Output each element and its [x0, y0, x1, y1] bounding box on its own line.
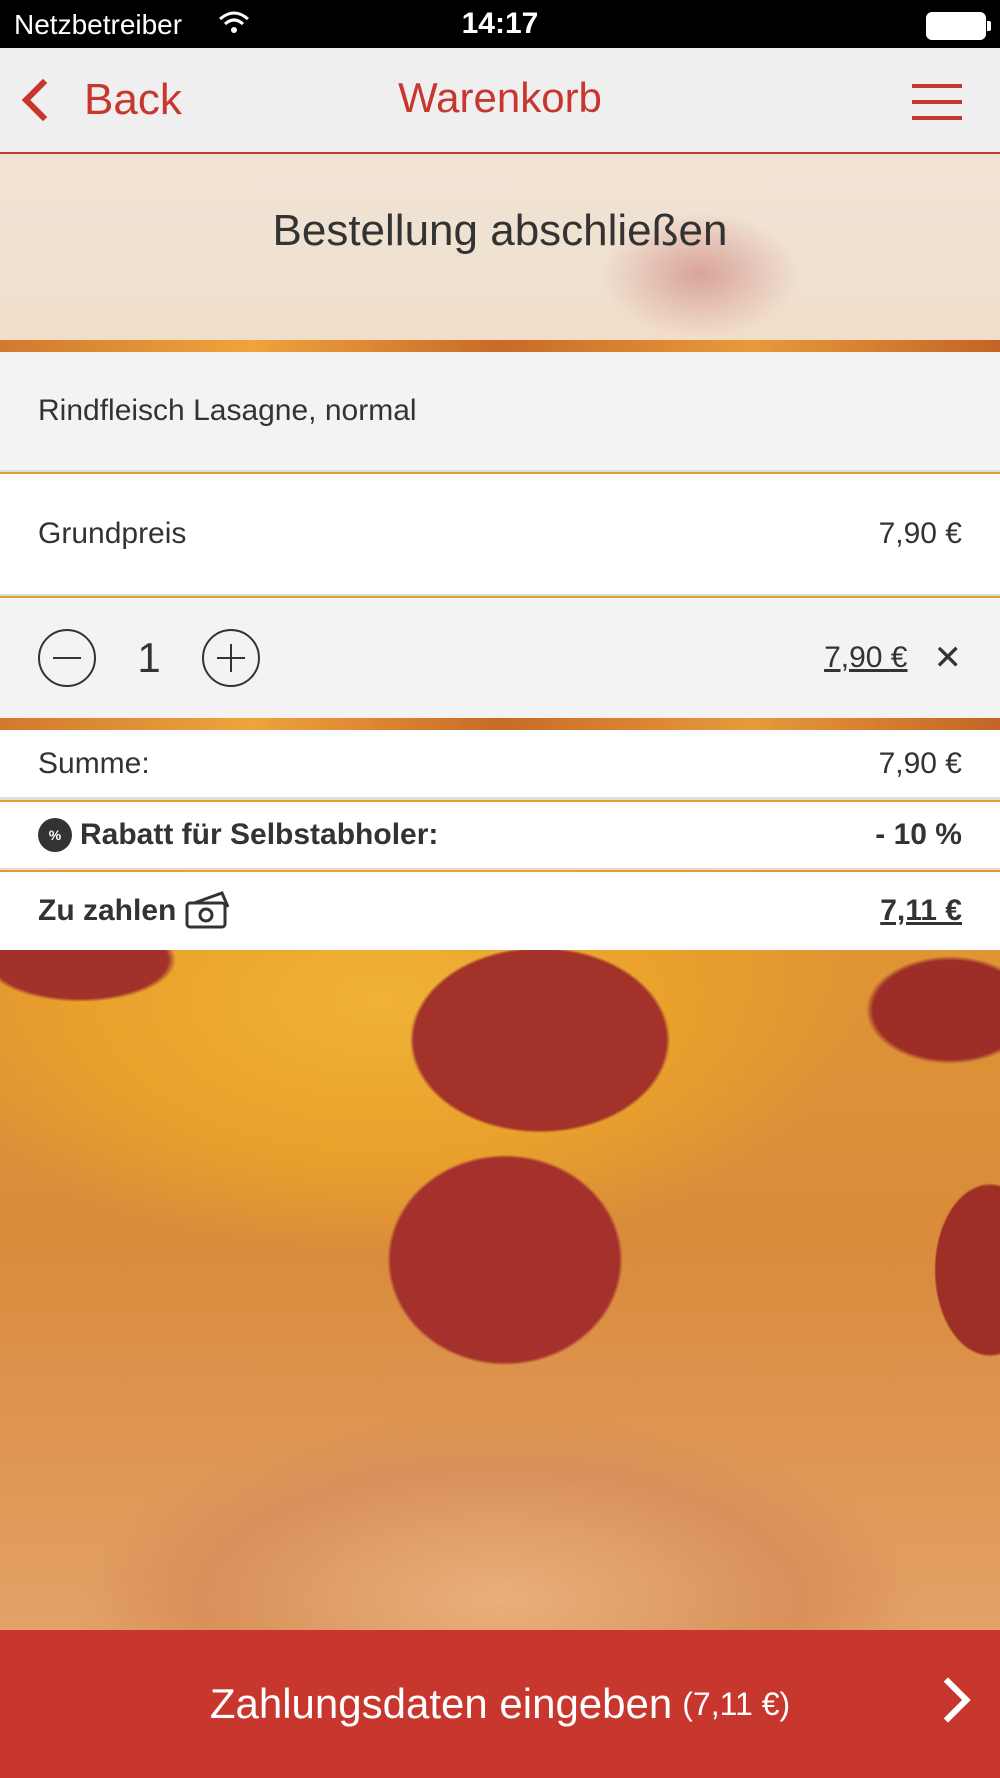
cta-amount: (7,11 €): [682, 1685, 791, 1722]
status-bar: Netzbetreiber 14:17: [0, 0, 1000, 48]
discount-label: Rabatt für Selbstabholer:: [80, 818, 439, 851]
divider: [0, 340, 1000, 352]
sum-value: 7,90 €: [878, 746, 962, 780]
discount-badge-icon: %: [38, 818, 72, 852]
remove-item-icon[interactable]: ✕: [934, 638, 963, 678]
base-price-label: Grundpreis: [38, 517, 187, 550]
divider: [0, 718, 1000, 730]
total-label: Zu zahlen: [38, 894, 177, 927]
total-row: Zu zahlen 7,11 €: [0, 872, 1000, 950]
cta-label: Zahlungsdaten eingeben: [209, 1680, 673, 1727]
sum-label: Summe:: [38, 746, 150, 780]
hero-banner: Bestellung abschließen: [0, 154, 1000, 340]
cash-icon: [185, 891, 230, 929]
total-value: 7,11 €: [880, 894, 962, 927]
sum-row: Summe: 7,90 €: [0, 730, 1000, 800]
cart-item-name: Rindfleisch Lasagne, normal: [0, 352, 1000, 472]
discount-value: - 10 %: [875, 818, 962, 851]
hero-title: Bestellung abschließen: [272, 206, 728, 255]
chevron-right-icon: [925, 1677, 971, 1723]
page-title: Warenkorb: [398, 74, 602, 121]
status-time: 14:17: [461, 7, 539, 40]
increase-quantity-button[interactable]: [202, 629, 260, 687]
base-price-row: Grundpreis 7,90 €: [0, 474, 1000, 596]
decrease-quantity-button[interactable]: [38, 629, 96, 687]
line-total[interactable]: 7,90 €: [824, 641, 907, 675]
discount-row: % Rabatt für Selbstabholer: - 10 %: [0, 802, 1000, 870]
hamburger-menu-icon[interactable]: [912, 82, 962, 122]
base-price-value: 7,90 €: [878, 517, 962, 550]
battery-icon: [926, 12, 991, 40]
quantity-value: 1: [137, 634, 161, 681]
quantity-row: 1 7,90 € ✕: [0, 598, 1000, 718]
enter-payment-button[interactable]: Zahlungsdaten eingeben (7,11 €): [0, 1630, 1000, 1778]
navigation-bar: Back Warenkorb: [0, 48, 1000, 154]
